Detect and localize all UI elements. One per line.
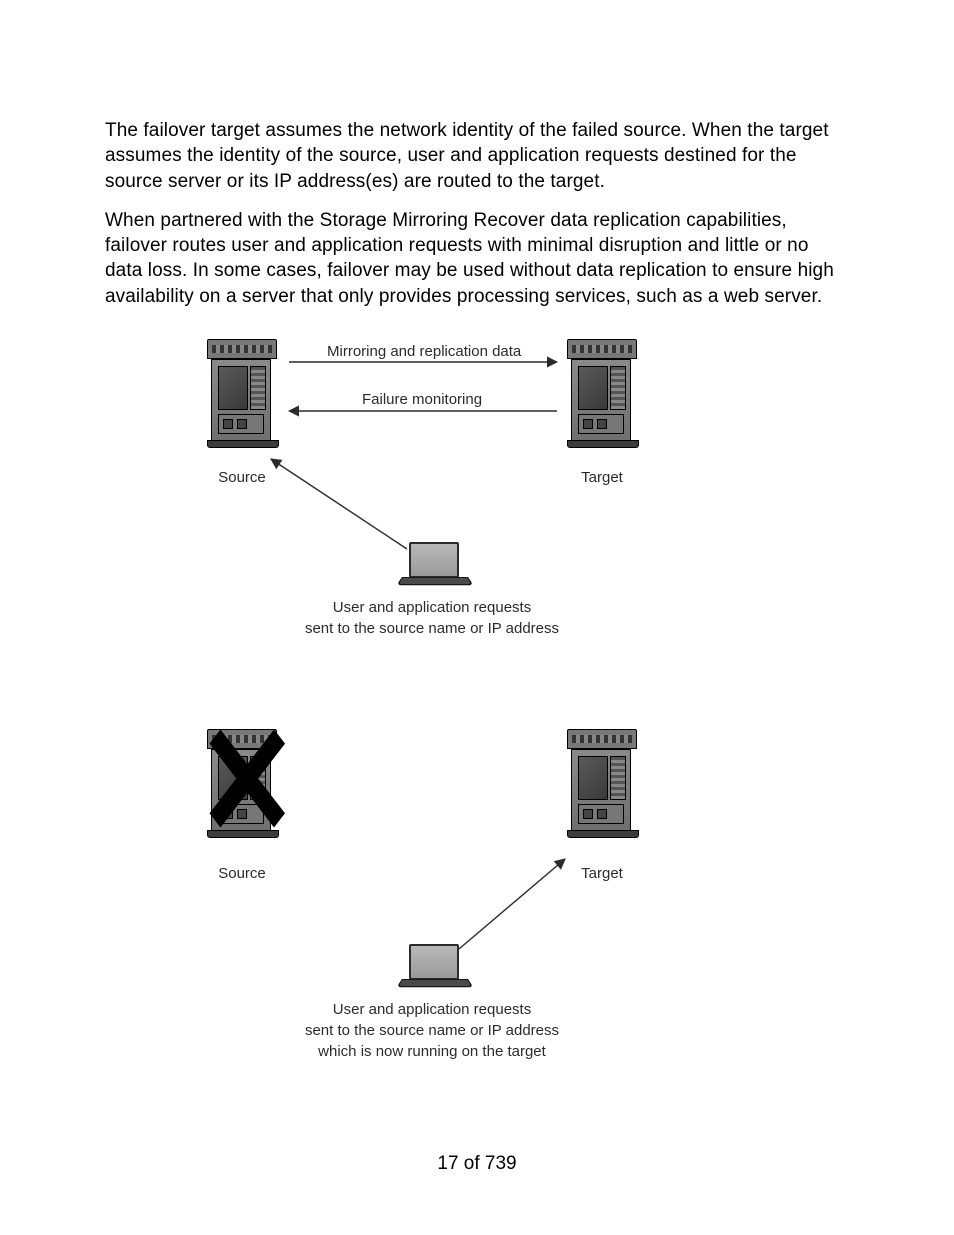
client-laptop-2-icon <box>402 944 466 988</box>
target-server-icon <box>567 339 637 449</box>
target-server-label: Target <box>542 469 662 486</box>
document-page: The failover target assumes the network … <box>0 0 954 1235</box>
caption-line: User and application requests <box>333 1001 531 1018</box>
failover-diagram: Source Target Mirroring and replication … <box>197 339 757 1119</box>
failed-source-server-icon: ✕ <box>207 729 277 839</box>
caption-line: which is now running on the target <box>318 1043 546 1060</box>
caption-line: User and application requests <box>333 599 531 616</box>
body-paragraph-1: The failover target assumes the network … <box>105 118 849 194</box>
failure-monitoring-label: Failure monitoring <box>362 391 482 408</box>
diagram2-caption: User and application requests sent to th… <box>252 999 612 1062</box>
target-server-2-label: Target <box>542 865 662 882</box>
laptop-to-target-arrow <box>197 339 757 999</box>
source-server-icon <box>207 339 277 449</box>
target-server-2-icon <box>567 729 637 839</box>
source-server-label: Source <box>182 469 302 486</box>
caption-line: sent to the source name or IP address <box>305 620 559 637</box>
mirroring-label: Mirroring and replication data <box>327 343 521 360</box>
body-paragraph-2: When partnered with the Storage Mirrorin… <box>105 208 849 309</box>
caption-line: sent to the source name or IP address <box>305 1022 559 1039</box>
page-number: 17 of 739 <box>105 1153 849 1175</box>
diagram1-caption: User and application requests sent to th… <box>252 597 612 639</box>
failed-source-label: Source <box>182 865 302 882</box>
client-laptop-icon <box>402 542 466 586</box>
